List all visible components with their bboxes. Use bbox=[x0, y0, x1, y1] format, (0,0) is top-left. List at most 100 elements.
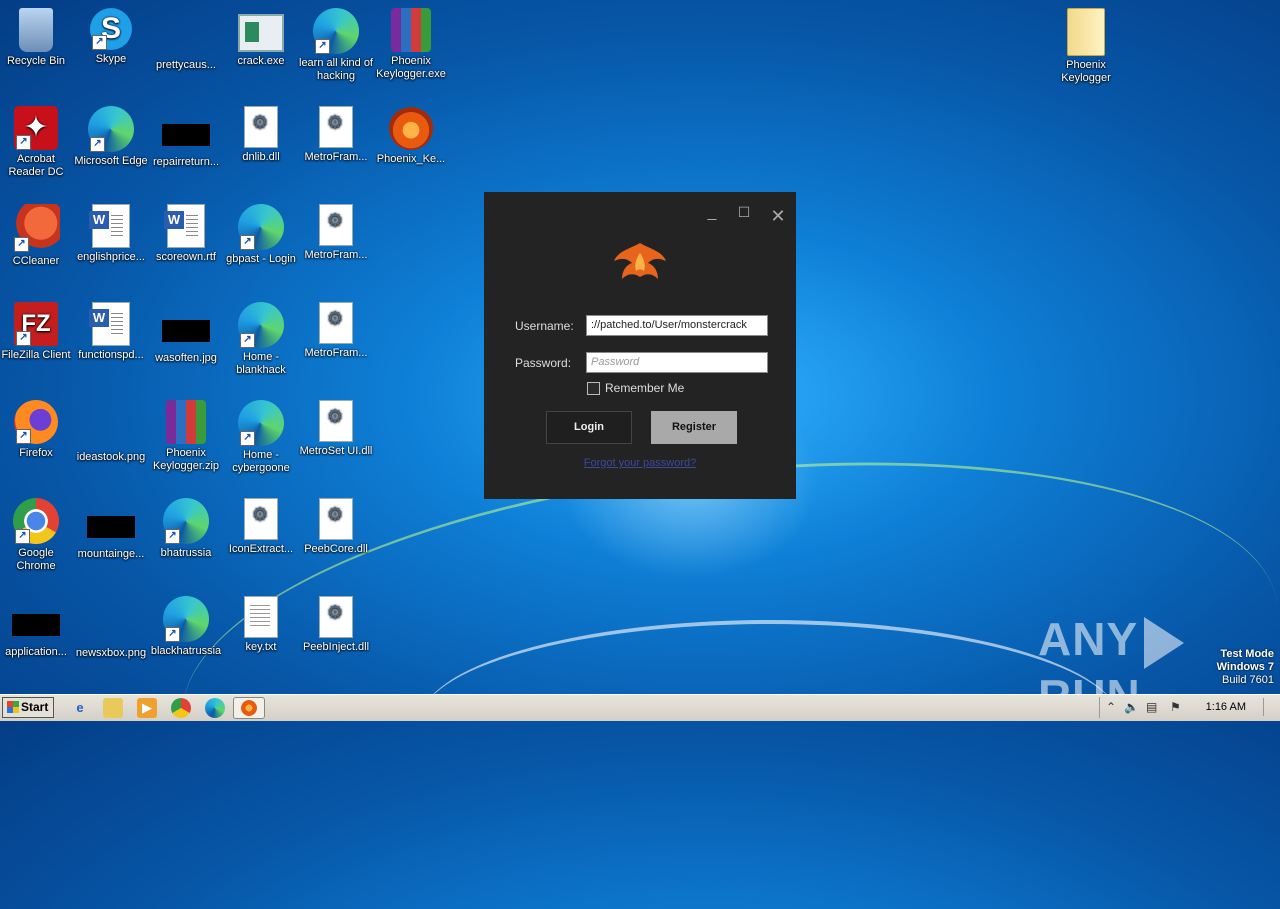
desktop-icon-home-blankhack[interactable]: ↗ Home - blankhack bbox=[223, 302, 299, 377]
winrar-sfx-icon bbox=[391, 8, 431, 52]
image-file-icon bbox=[162, 124, 210, 146]
dll-icon bbox=[319, 498, 353, 540]
desktop-icon-recycle-bin[interactable]: Recycle Bin bbox=[0, 8, 74, 68]
minimize-icon[interactable]: _ bbox=[702, 204, 722, 222]
show-desktop-button[interactable] bbox=[1263, 698, 1278, 716]
firefox-icon: ↗ bbox=[14, 400, 58, 444]
edge-icon: ↗ bbox=[313, 8, 359, 54]
edge-icon: ↗ bbox=[163, 596, 209, 642]
chevron-up-icon[interactable]: ⌃ bbox=[1106, 700, 1116, 714]
desktop-icon-acrobat[interactable]: ✦ ↗ Acrobat Reader DC bbox=[0, 106, 74, 179]
phoenix-taskbar-button[interactable] bbox=[233, 697, 265, 719]
desktop-icon-functionspd[interactable]: functionspd... bbox=[73, 302, 149, 362]
desktop-icon-metroframework-2[interactable]: MetroFram... bbox=[298, 204, 374, 262]
desktop-icon-englishprice[interactable]: englishprice... bbox=[73, 204, 149, 264]
desktop-icon-phoenix-ke[interactable]: Phoenix_Ke... bbox=[373, 106, 449, 166]
desktop-icon-crack-exe[interactable]: crack.exe bbox=[223, 8, 299, 68]
desktop-icon-gbpast[interactable]: ↗ gbpast - Login bbox=[223, 204, 299, 266]
word-doc-icon bbox=[164, 204, 205, 248]
image-file-icon bbox=[162, 320, 210, 342]
desktop-icon-learn-hacking[interactable]: ↗ learn all kind of hacking bbox=[298, 8, 374, 83]
phoenix-icon bbox=[241, 700, 257, 716]
desktop-icon-phoenix-exe[interactable]: Phoenix Keylogger.exe bbox=[373, 8, 449, 81]
desktop-icon-bhatrussia[interactable]: ↗ bhatrussia bbox=[148, 498, 224, 560]
desktop-icon-chrome[interactable]: ↗ Google Chrome bbox=[0, 498, 74, 573]
desktop-icon-dnlib[interactable]: dnlib.dll bbox=[223, 106, 299, 164]
start-button[interactable]: Start bbox=[2, 697, 54, 718]
desktop-icon-metroframework-3[interactable]: MetroFram... bbox=[298, 302, 374, 360]
password-placeholder: Password bbox=[591, 356, 640, 368]
play-logo-icon bbox=[1144, 616, 1185, 669]
folder-icon bbox=[1067, 8, 1105, 56]
desktop-icon-peebinject[interactable]: PeebInject.dll bbox=[298, 596, 374, 654]
desktop-icon-skype[interactable]: S ↗ Skype bbox=[73, 8, 149, 66]
desktop-icon-metroset[interactable]: MetroSet UI.dll bbox=[298, 400, 374, 458]
desktop-icon-home-cybergoone[interactable]: ↗ Home - cybergoone bbox=[223, 400, 299, 475]
desktop-icon-edge[interactable]: ↗ Microsoft Edge bbox=[73, 106, 149, 168]
desktop-icon-phoenix-zip[interactable]: Phoenix Keylogger.zip bbox=[148, 400, 224, 473]
explorer-icon[interactable] bbox=[103, 698, 123, 718]
speaker-icon[interactable]: 🔈 bbox=[1124, 700, 1139, 714]
desktop-icon-newsxbox[interactable]: newsxbox.png bbox=[73, 596, 149, 660]
desktop-icon-mountainge[interactable]: mountainge... bbox=[73, 498, 149, 561]
register-button[interactable]: Register bbox=[651, 411, 737, 444]
network-icon[interactable]: ▤ bbox=[1146, 700, 1157, 714]
windows-logo-icon bbox=[7, 701, 19, 713]
acrobat-icon: ✦ ↗ bbox=[14, 106, 58, 150]
desktop-icon-blackhatrussia[interactable]: ↗ blackhatrussia bbox=[148, 596, 224, 658]
dll-icon bbox=[319, 302, 353, 344]
test-mode-line: Test Mode bbox=[1220, 648, 1274, 660]
forgot-password-link[interactable]: Forgot your password? bbox=[484, 457, 796, 469]
edge-icon: ↗ bbox=[238, 400, 284, 446]
desktop-icon-scoreown[interactable]: scoreown.rtf bbox=[148, 204, 224, 264]
chrome-icon: ↗ bbox=[13, 498, 59, 544]
edge-icon: ↗ bbox=[238, 302, 284, 348]
build-line: Build 7601 bbox=[1222, 674, 1274, 686]
desktop-icon-ideastook[interactable]: ideastook.png bbox=[73, 400, 149, 464]
desktop-icon-phoenix-folder[interactable]: Phoenix Keylogger bbox=[1048, 8, 1124, 85]
desktop-icon-application[interactable]: application... bbox=[0, 596, 74, 659]
dll-icon bbox=[244, 106, 278, 148]
desktop-icon-firefox[interactable]: ↗ Firefox bbox=[0, 400, 74, 460]
desktop-icon-metroframework-1[interactable]: MetroFram... bbox=[298, 106, 374, 164]
dll-icon bbox=[319, 400, 353, 442]
ie-icon[interactable]: e bbox=[70, 698, 90, 718]
desktop-icon-wasoften[interactable]: wasoften.jpg bbox=[148, 302, 224, 365]
image-file-icon bbox=[87, 596, 135, 644]
desktop-icon-key-txt[interactable]: key.txt bbox=[223, 596, 299, 654]
dll-icon bbox=[244, 498, 278, 540]
maximize-icon[interactable]: ☐ bbox=[734, 204, 754, 221]
clock[interactable]: 1:16 AM bbox=[1206, 701, 1246, 713]
taskbar: Start e ▶ ⌃ 🔈 ▤ ⚑ 1:16 AM bbox=[0, 694, 1280, 721]
remember-me-label: Remember Me bbox=[605, 381, 685, 395]
username-field[interactable]: ://patched.to/User/monstercrack bbox=[586, 315, 768, 336]
desktop-icon-ccleaner[interactable]: ↗ CCleaner bbox=[0, 204, 74, 268]
desktop-icon-repairreturn[interactable]: repairreturn... bbox=[148, 106, 224, 169]
image-file-icon bbox=[87, 516, 135, 538]
remember-me-checkbox[interactable] bbox=[587, 382, 600, 395]
desktop-icon-prettycaus[interactable]: prettycaus... bbox=[148, 8, 224, 72]
image-file-icon bbox=[162, 8, 210, 56]
password-field[interactable]: Password bbox=[586, 352, 768, 373]
chrome-icon[interactable] bbox=[171, 698, 191, 718]
action-center-flag-icon[interactable]: ⚑ bbox=[1170, 700, 1181, 714]
dll-icon bbox=[319, 596, 353, 638]
edge-icon: ↗ bbox=[88, 106, 134, 152]
dll-icon bbox=[319, 204, 353, 246]
image-file-icon bbox=[12, 614, 60, 636]
recycle-bin-icon bbox=[19, 8, 53, 52]
skype-icon: S ↗ bbox=[90, 8, 132, 50]
system-tray: ⌃ 🔈 ▤ ⚑ 1:16 AM bbox=[1099, 697, 1280, 718]
desktop-icon-peebcore[interactable]: PeebCore.dll bbox=[298, 498, 374, 556]
close-icon[interactable]: ✕ bbox=[768, 206, 788, 227]
dll-icon bbox=[319, 106, 353, 148]
desktop-icon-filezilla[interactable]: FZ ↗ FileZilla Client bbox=[0, 302, 74, 362]
media-player-icon[interactable]: ▶ bbox=[137, 698, 157, 718]
edge-icon[interactable] bbox=[205, 698, 225, 718]
word-doc-icon bbox=[89, 204, 130, 248]
phoenix-icon bbox=[389, 106, 433, 150]
username-value: ://patched.to/User/monstercrack bbox=[591, 319, 747, 331]
login-button[interactable]: Login bbox=[546, 411, 632, 444]
winrar-icon bbox=[166, 400, 206, 444]
desktop-icon-iconextract[interactable]: IconExtract... bbox=[223, 498, 299, 556]
